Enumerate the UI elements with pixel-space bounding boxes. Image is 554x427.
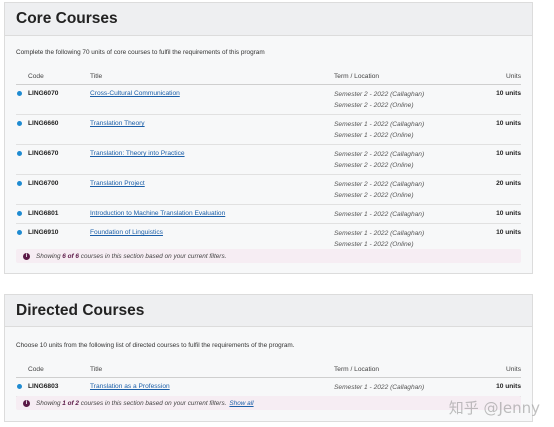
course-term-list: Semester 1 - 2022 (Callaghan) Semester 1 … bbox=[334, 120, 424, 141]
notice-suffix: courses in this section based on your cu… bbox=[79, 252, 227, 260]
course-units: 10 units bbox=[496, 120, 521, 127]
course-code: LING6910 bbox=[28, 229, 59, 236]
course-term-list: Semester 1 - 2022 (Callaghan) Semester 1 … bbox=[334, 229, 424, 250]
course-title-link[interactable]: Translation as a Profession bbox=[90, 383, 170, 390]
course-units: 10 units bbox=[496, 383, 521, 390]
course-term: Semester 2 - 2022 (Online) bbox=[334, 101, 414, 109]
column-header-code: Code bbox=[28, 73, 44, 80]
show-all-link[interactable]: Show all bbox=[229, 400, 253, 407]
course-title-link[interactable]: Translation: Theory into Practice bbox=[90, 150, 185, 157]
column-header-code: Code bbox=[28, 366, 44, 373]
course-term: Semester 1 - 2022 (Online) bbox=[334, 131, 414, 139]
course-term: Semester 2 - 2022 (Online) bbox=[334, 191, 414, 199]
column-header-title: Title bbox=[90, 73, 103, 80]
core-table-header: Code Title Term / Location Units bbox=[16, 70, 521, 85]
course-term: Semester 2 - 2022 (Callaghan) bbox=[334, 181, 425, 188]
course-units: 20 units bbox=[496, 180, 521, 187]
course-term: Semester 2 - 2022 (Online) bbox=[334, 161, 414, 169]
course-code: LING6801 bbox=[28, 210, 59, 217]
core-course-list: LING6070 Cross-Cultural Communication Seme… bbox=[16, 85, 521, 254]
column-header-units: Units bbox=[505, 366, 521, 373]
column-header-term: Term / Location bbox=[334, 366, 380, 373]
course-row: LING6660 Translation Theory Semester 1 - 2… bbox=[16, 115, 521, 145]
course-code: LING6670 bbox=[28, 150, 59, 157]
course-term: Semester 2 - 2022 (Callaghan) bbox=[334, 151, 425, 158]
status-dot-icon bbox=[17, 151, 22, 156]
course-term: Semester 2 - 2022 (Callaghan) bbox=[334, 91, 425, 98]
notice-count: 6 of 6 bbox=[62, 252, 79, 260]
course-code: LING6660 bbox=[28, 120, 59, 127]
notice-text: Showing 6 of 6 courses in this section b… bbox=[36, 253, 226, 260]
directed-courses-intro: Choose 10 units from the following list … bbox=[16, 342, 295, 349]
column-header-units: Units bbox=[505, 73, 521, 80]
course-term-list: Semester 2 - 2022 (Callaghan) Semester 2 … bbox=[334, 150, 424, 171]
directed-filter-notice: i Showing 1 of 2 courses in this section… bbox=[16, 396, 521, 410]
directed-courses-header: Directed Courses bbox=[5, 295, 532, 327]
notice-prefix: Showing bbox=[36, 252, 63, 260]
directed-table-header: Code Title Term / Location Units bbox=[16, 363, 521, 378]
status-dot-icon bbox=[17, 211, 22, 216]
course-units: 10 units bbox=[496, 229, 521, 236]
course-units: 10 units bbox=[496, 150, 521, 157]
course-term: Semester 1 - 2022 (Callaghan) bbox=[334, 211, 425, 218]
course-term: Semester 1 - 2022 (Callaghan) bbox=[334, 384, 425, 391]
course-code: LING6803 bbox=[28, 383, 59, 390]
course-term-list: Semester 1 - 2022 (Callaghan) bbox=[334, 383, 424, 394]
status-dot-icon bbox=[17, 230, 22, 235]
course-term-list: Semester 1 - 2022 (Callaghan) bbox=[334, 210, 424, 221]
course-code: LING6700 bbox=[28, 180, 59, 187]
core-filter-notice: i Showing 6 of 6 courses in this section… bbox=[16, 249, 521, 263]
course-title-link[interactable]: Cross-Cultural Communication bbox=[90, 90, 180, 97]
course-units: 10 units bbox=[496, 210, 521, 217]
info-icon: i bbox=[23, 399, 30, 407]
course-term-list: Semester 2 - 2022 (Callaghan) Semester 2 … bbox=[334, 90, 424, 111]
course-title-link[interactable]: Translation Theory bbox=[90, 120, 145, 127]
course-row: LING6070 Cross-Cultural Communication Seme… bbox=[16, 85, 521, 115]
directed-courses-title: Directed Courses bbox=[16, 301, 145, 319]
notice-suffix: courses in this section based on your cu… bbox=[79, 399, 227, 407]
course-row: LING6700 Translation Project Semester 2 - … bbox=[16, 175, 521, 205]
status-dot-icon bbox=[17, 181, 22, 186]
course-code: LING6070 bbox=[28, 90, 59, 97]
core-courses-header: Core Courses bbox=[5, 3, 532, 36]
core-courses-section: Core Courses Complete the following 70 u… bbox=[4, 2, 533, 274]
core-courses-title: Core Courses bbox=[16, 10, 118, 27]
status-dot-icon bbox=[17, 91, 22, 96]
course-term: Semester 1 - 2022 (Callaghan) bbox=[334, 230, 425, 237]
course-row: LING6803 Translation as a Profession Semes… bbox=[16, 378, 521, 397]
column-header-title: Title bbox=[90, 366, 103, 373]
notice-prefix: Showing bbox=[36, 399, 63, 407]
status-dot-icon bbox=[17, 384, 22, 389]
watermark: 知乎 @Jenny bbox=[448, 399, 540, 417]
core-courses-intro: Complete the following 70 units of core … bbox=[16, 49, 265, 56]
course-row: LING6801 Introduction to Machine Translat… bbox=[16, 205, 521, 224]
notice-text: Showing 1 of 2 courses in this section b… bbox=[36, 400, 254, 407]
course-term-list: Semester 2 - 2022 (Callaghan) Semester 2 … bbox=[334, 180, 424, 201]
course-units: 10 units bbox=[496, 90, 521, 97]
course-title-link[interactable]: Translation Project bbox=[90, 180, 145, 187]
notice-count: 1 of 2 bbox=[62, 399, 79, 407]
course-title-link[interactable]: Foundation of Linguistics bbox=[90, 229, 163, 236]
directed-course-list: LING6803 Translation as a Profession Semes… bbox=[16, 378, 521, 397]
info-icon: i bbox=[23, 252, 30, 260]
course-row: LING6670 Translation: Theory into Practic… bbox=[16, 145, 521, 175]
status-dot-icon bbox=[17, 121, 22, 126]
column-header-term: Term / Location bbox=[334, 73, 380, 80]
course-term: Semester 1 - 2022 (Callaghan) bbox=[334, 121, 425, 128]
course-title-link[interactable]: Introduction to Machine Translation Eval… bbox=[90, 210, 225, 217]
